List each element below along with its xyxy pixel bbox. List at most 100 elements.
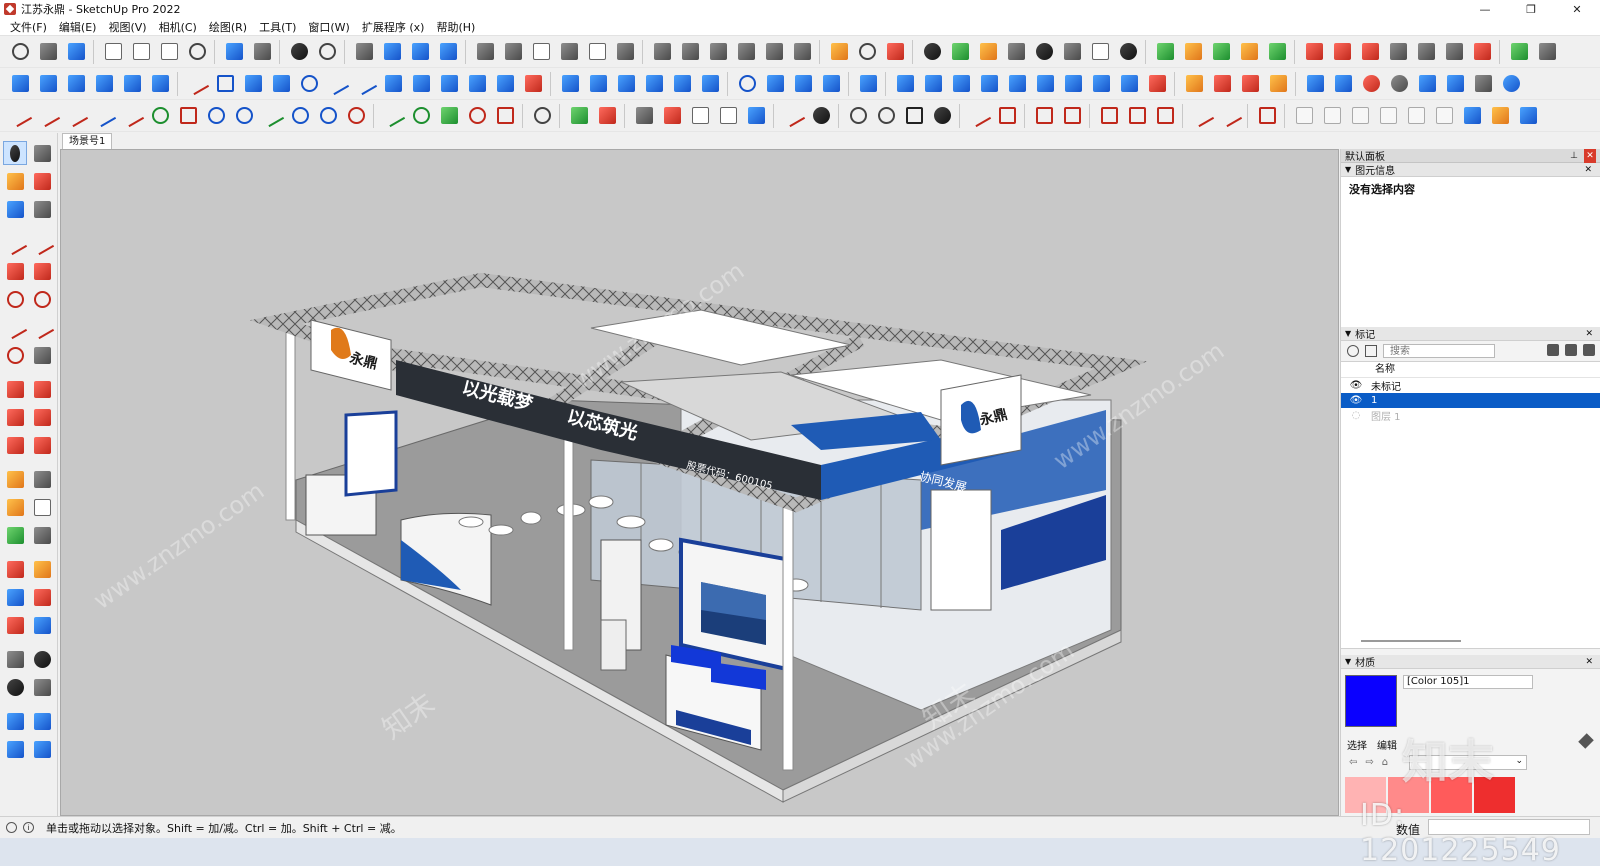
array-tool-icon[interactable] [64,72,88,96]
sandbox-3-icon[interactable] [3,737,27,761]
back-arrow-icon[interactable]: ⇦ [1349,757,1357,768]
weld-tool-icon[interactable] [819,72,843,96]
hide-icon[interactable] [790,40,814,64]
network-icon[interactable] [1033,72,1057,96]
maximize-button[interactable]: ❐ [1508,0,1554,18]
corner-arc-red-icon[interactable] [344,104,368,128]
help-circle-icon[interactable] [1499,72,1523,96]
undo-icon[interactable] [222,40,246,64]
spline-icon[interactable] [92,103,116,128]
info-icon[interactable] [1116,40,1140,64]
sandbox-1-icon[interactable] [3,709,27,733]
batch-render-icon[interactable] [1471,72,1495,96]
bound-box-icon[interactable] [1255,104,1279,128]
extend-line-icon[interactable] [1190,103,1214,128]
arc-tool-icon[interactable] [735,72,759,96]
vray-gear-icon[interactable] [1266,72,1290,96]
ellipse-icon[interactable] [465,104,489,128]
scale-tool-icon[interactable] [3,433,27,457]
pie-icon[interactable] [30,343,54,367]
forward-arrow-icon[interactable]: ⇨ [1365,757,1373,768]
spiral-icon[interactable] [204,104,228,128]
record-icon[interactable] [1359,72,1383,96]
shape-bender-icon[interactable] [632,104,656,128]
scissor-tool-icon[interactable] [409,72,433,96]
tag-tool-icon[interactable] [3,197,27,221]
curve-green-icon[interactable] [381,103,405,128]
menu-extensions[interactable]: 扩展程序 (x) [356,19,431,35]
geolocation-icon[interactable] [6,822,17,833]
diagonal-line-icon[interactable] [967,103,991,128]
rotate-icon[interactable] [874,104,898,128]
wave-tool-icon[interactable] [325,71,349,96]
menu-help[interactable]: 帮助(H) [430,19,481,35]
disabled-tool-3-icon[interactable] [1348,104,1372,128]
wrench-icon[interactable] [437,104,461,128]
sandbox-2-icon[interactable] [30,709,54,733]
close-button[interactable]: ✕ [1554,0,1600,18]
material-category-select[interactable]: ⌄ [1409,755,1527,770]
offset-tool-icon[interactable] [791,72,815,96]
render-plugin-2-icon[interactable] [1330,40,1354,64]
cross-lines-2-icon[interactable] [1125,104,1149,128]
dimension-icon[interactable] [30,467,54,491]
outliner-icon[interactable] [762,40,786,64]
status-info-icon[interactable]: i [23,822,34,833]
cut-icon[interactable] [101,40,125,64]
component-swap-icon[interactable] [1488,104,1512,128]
material-chip[interactable] [1388,777,1429,813]
model-info-icon[interactable] [315,40,339,64]
tag-row[interactable]: 👁 1 [1341,393,1600,408]
materials-header[interactable]: ▼ 材质 ✕ [1341,655,1600,669]
disabled-tool-5-icon[interactable] [1404,104,1428,128]
tape-measure-icon[interactable] [3,467,27,491]
copy-window-icon[interactable] [1460,104,1484,128]
wireframe-style-icon[interactable] [529,40,553,64]
cubic-bezier-icon[interactable] [120,103,144,128]
select-box-icon[interactable] [670,72,694,96]
points-tool-icon[interactable] [381,72,405,96]
orbit-icon[interactable] [3,557,27,581]
cloud-1-icon[interactable] [893,72,917,96]
disabled-tool-2-icon[interactable] [1320,104,1344,128]
cross-box-icon[interactable] [995,104,1019,128]
open-folder-icon[interactable] [36,40,60,64]
bezier-curve-icon[interactable] [8,103,32,128]
axes-icon[interactable] [3,523,27,547]
3d-text-icon[interactable] [30,523,54,547]
render-plugin-7-icon[interactable] [1470,40,1494,64]
arc-blue-icon[interactable] [232,104,256,128]
chrome-icon[interactable] [1145,72,1169,96]
tags-header[interactable]: ▼ 标记 ✕ [1341,327,1600,341]
eraser-icon[interactable] [30,169,54,193]
follow-me-icon[interactable] [30,405,54,429]
import-folder-icon[interactable] [8,72,32,96]
polygon-tool-icon[interactable] [30,287,54,311]
menu-window[interactable]: 窗口(W) [302,19,355,35]
mail-icon[interactable] [1088,40,1112,64]
three-point-arc-icon[interactable] [3,343,27,367]
question-icon[interactable] [930,104,954,128]
tray-close-icon[interactable]: ✕ [1584,149,1596,163]
tag-row[interactable]: 👁 未标记 [1341,378,1600,393]
look-around-icon[interactable] [30,647,54,671]
paint-bucket-icon[interactable] [3,169,27,193]
vray-export-icon[interactable] [1210,72,1234,96]
menu-camera[interactable]: 相机(C) [153,19,203,35]
grid-plugin-icon[interactable] [1535,40,1559,64]
cloud-3-icon[interactable] [949,72,973,96]
mirror-tool-icon[interactable] [92,72,116,96]
line-tool-icon[interactable] [185,71,209,96]
box-plugin-icon[interactable] [1181,40,1205,64]
tags-close-icon[interactable]: ✕ [1585,327,1593,341]
render-plugin-1-icon[interactable] [1302,40,1326,64]
zoom-window-icon[interactable] [30,585,54,609]
zigzag-icon[interactable] [260,103,284,128]
cross-lines-3-icon[interactable] [1153,104,1177,128]
door-tool-icon[interactable] [241,72,265,96]
copy-icon[interactable] [129,40,153,64]
top-view-icon[interactable] [380,40,404,64]
sandbox-4-icon[interactable] [30,737,54,761]
box-tool-icon[interactable] [521,72,545,96]
cloud-upload-icon[interactable] [1032,40,1056,64]
